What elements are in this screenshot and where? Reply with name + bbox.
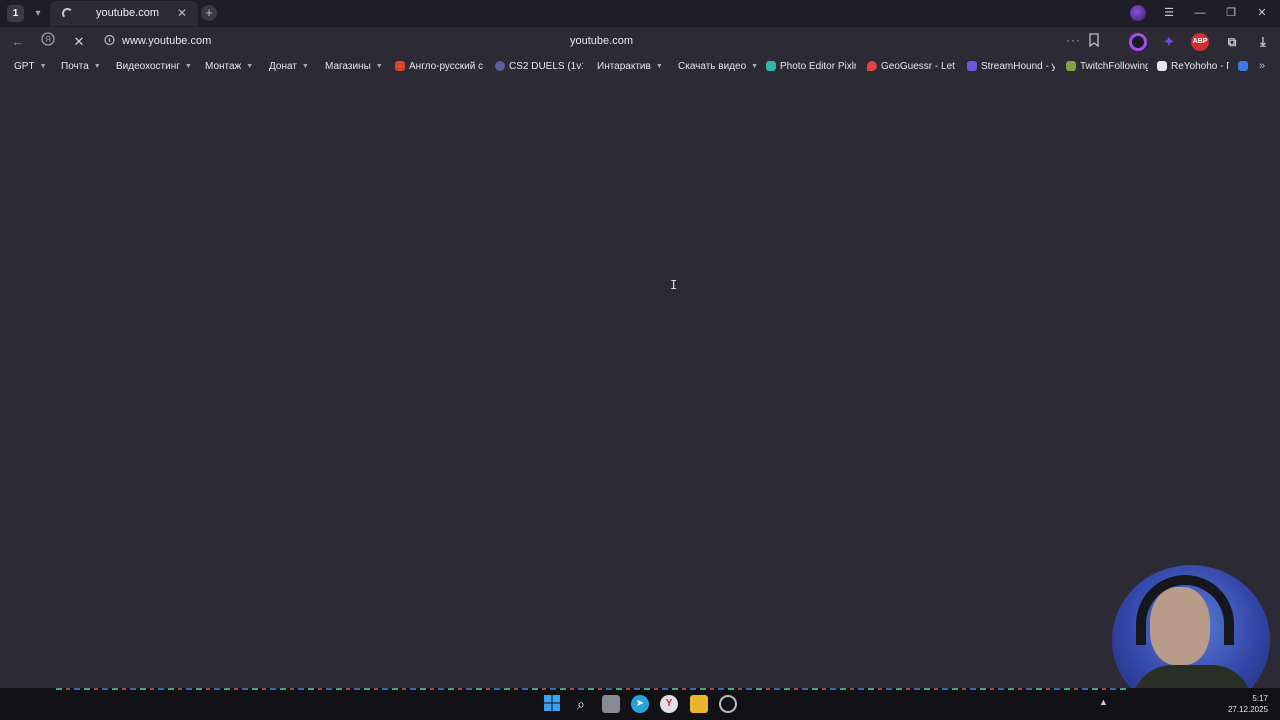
bookmark-label: TwitchFollowing	[1080, 60, 1148, 72]
bookmark-label: CS2 DUELS (1v1)	[509, 60, 583, 72]
chevron-down-icon[interactable]: ▾	[30, 5, 46, 22]
bookmark-label: Почта	[61, 60, 89, 72]
bookmark-label: Магазины	[325, 60, 371, 72]
chevron-down-icon: ▼	[655, 62, 663, 70]
chevron-down-icon: ▼	[375, 62, 383, 70]
adblock-label: ABP	[1192, 38, 1208, 45]
back-arrow-icon[interactable]: ←	[8, 32, 28, 52]
bookmark-twitchfollowing[interactable]: TwitchFollowing	[1066, 59, 1148, 73]
windows-start-icon[interactable]	[543, 695, 561, 713]
dictionary-icon	[395, 61, 405, 71]
bookmark-label: GPT	[14, 60, 35, 72]
bookmark-folder-interactive[interactable]: Интарактив ▼	[597, 59, 663, 73]
bookmark-label: StreamHound - y	[981, 60, 1055, 72]
address-bar: ← Я ✕ www.youtube.com youtube.com ··· ✦ …	[0, 27, 1280, 56]
bookmark-label: Монтаж	[205, 60, 242, 72]
pixlr-icon	[766, 61, 776, 71]
tab-title: youtube.com	[96, 7, 159, 19]
page-content: I	[0, 76, 1280, 688]
headphones-icon	[1136, 575, 1234, 645]
obs-icon[interactable]	[719, 695, 737, 713]
cs2-icon	[495, 61, 505, 71]
bookmark-label: Видеохостинг	[116, 60, 180, 72]
taskbar: ⌕ ➤ Y ▲ 5:17 27.12.2025	[0, 688, 1280, 720]
clock-date: 27.12.2025	[1227, 705, 1268, 714]
chevron-down-icon: ▼	[301, 62, 309, 70]
chevron-down-icon: ▼	[39, 62, 47, 70]
stop-loading-icon[interactable]: ✕	[69, 32, 89, 52]
bookmark-label: Донат	[269, 60, 297, 72]
more-icon[interactable]: ···	[1066, 33, 1081, 47]
app-icon	[1238, 61, 1248, 71]
streamhound-icon	[967, 61, 977, 71]
bookmark-english-russian[interactable]: Англо-русский сл	[395, 59, 483, 73]
close-icon[interactable]: ✕	[177, 6, 187, 20]
bookmark-folder-shops[interactable]: Магазины ▼	[325, 59, 383, 73]
bookmark-app[interactable]	[1238, 59, 1252, 73]
site-info-icon[interactable]	[104, 34, 116, 48]
bookmark-label: GeoGuessr - Let's	[881, 60, 955, 72]
bookmark-streamhound[interactable]: StreamHound - y	[967, 59, 1055, 73]
restore-icon[interactable]: ❐	[1220, 4, 1242, 22]
svg-text:Я: Я	[45, 35, 51, 44]
url-text[interactable]: www.youtube.com	[122, 35, 211, 47]
extension-icon[interactable]: ✦	[1160, 33, 1178, 51]
clock[interactable]: 5:17 27.12.2025	[1228, 693, 1268, 715]
minimize-icon[interactable]: —	[1189, 4, 1211, 22]
bookmark-geoguessr[interactable]: GeoGuessr - Let's	[867, 59, 955, 73]
alice-extension-icon[interactable]	[1129, 33, 1147, 51]
yandex-browser-icon[interactable]: Y	[660, 695, 678, 713]
download-icon[interactable]: ⤓	[1254, 33, 1272, 51]
bookmark-label: ReYohoho - П	[1171, 60, 1229, 72]
tab-counter[interactable]: 1	[7, 5, 24, 22]
chevron-down-icon: ▼	[184, 62, 192, 70]
close-window-icon[interactable]: ✕	[1251, 4, 1273, 22]
text-cursor-icon: I	[670, 278, 678, 292]
url-field[interactable]: www.youtube.com youtube.com ···	[98, 30, 1110, 53]
bookmark-folder-videohosting[interactable]: Видеохостинг ▼	[116, 59, 192, 73]
bookmark-label: Англо-русский сл	[409, 60, 483, 72]
new-tab-button[interactable]: +	[201, 5, 217, 21]
twitchfollowing-icon	[1066, 61, 1076, 71]
bookmark-folder-mail[interactable]: Почта ▼	[61, 59, 101, 73]
bookmark-pixlr[interactable]: Photo Editor Pixlr	[766, 59, 856, 73]
bookmark-folder-donate[interactable]: Донат ▼	[269, 59, 309, 73]
bookmark-label: Photo Editor Pixlr	[780, 60, 856, 72]
chevron-down-icon: ▼	[751, 62, 759, 70]
taskbar-light-strip	[56, 688, 1126, 690]
location-pin-icon	[867, 61, 877, 71]
clock-time: 5:17	[1252, 694, 1268, 703]
profile-avatar[interactable]	[1130, 5, 1146, 21]
bookmarks-bar: GPT ▼ Почта ▼ Видеохостинг ▼ Монтаж ▼ Донат ▼…	[0, 56, 1280, 76]
search-icon[interactable]: ⌕	[572, 695, 590, 713]
reyohoho-icon	[1157, 61, 1167, 71]
bookmark-icon[interactable]	[1088, 33, 1102, 48]
chevron-down-icon: ▼	[93, 62, 101, 70]
loading-spinner-icon	[62, 8, 73, 19]
telegram-icon[interactable]: ➤	[631, 695, 649, 713]
collections-icon[interactable]: ⧉	[1223, 33, 1241, 51]
bookmark-cs2-duels[interactable]: CS2 DUELS (1v1)	[495, 59, 583, 73]
bookmark-reyohoho[interactable]: ReYohoho - П	[1157, 59, 1229, 73]
tab-active[interactable]: youtube.com ✕	[50, 1, 198, 26]
page-domain-title: youtube.com	[570, 35, 633, 47]
bookmark-folder-editing[interactable]: Монтаж ▼	[205, 59, 253, 73]
bookmark-folder-gpt[interactable]: GPT ▼	[14, 59, 47, 73]
bookmark-label: Интарактив	[597, 60, 651, 72]
yandex-home-icon[interactable]: Я	[38, 32, 58, 52]
menu-icon[interactable]: ☰	[1158, 4, 1180, 22]
more-bookmarks-icon[interactable]: »	[1259, 59, 1265, 73]
tab-bar: 1 ▾ youtube.com ✕ + ☰ — ❐ ✕	[0, 0, 1280, 27]
file-explorer-icon[interactable]	[690, 695, 708, 713]
adblock-extension-icon[interactable]: ABP	[1191, 33, 1209, 51]
bookmark-folder-download-video[interactable]: Скачать видео ▼	[678, 59, 758, 73]
chevron-down-icon: ▼	[246, 62, 254, 70]
bookmark-label: Скачать видео	[678, 60, 747, 72]
task-view-icon[interactable]	[602, 695, 620, 713]
tray-expand-icon[interactable]: ▲	[1099, 697, 1108, 707]
